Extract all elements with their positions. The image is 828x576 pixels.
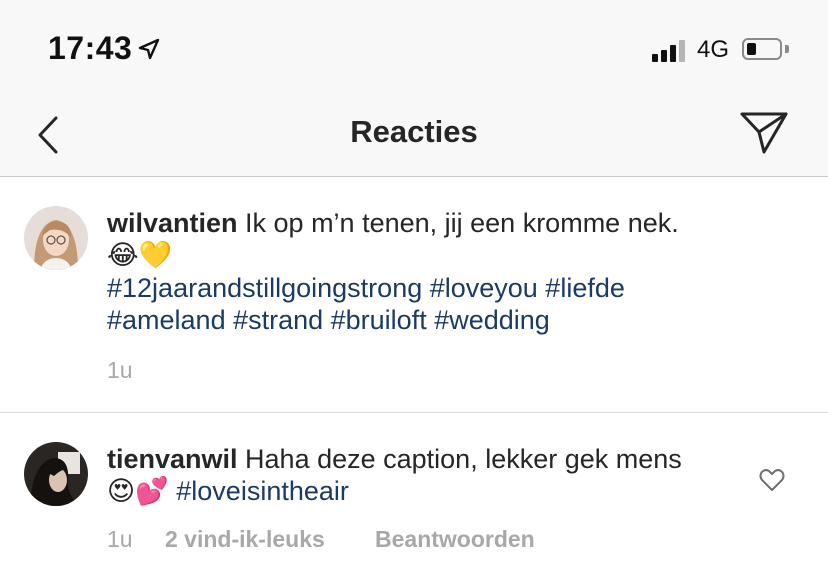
comment-username[interactable]: tienvanwil (107, 444, 238, 474)
avatar[interactable] (24, 442, 88, 506)
battery-cap (785, 45, 789, 53)
caption-emojis: 😂💛 (107, 240, 173, 271)
network-type: 4G (697, 36, 730, 63)
comment-emojis: 😍💕 (107, 476, 169, 507)
signal-icon (652, 40, 685, 62)
reply-button[interactable]: Beantwoorden (375, 526, 535, 553)
page-title: Reacties (350, 114, 478, 149)
paper-plane-icon (740, 112, 788, 154)
caption-hashtags-line1[interactable]: #12jaarandstillgoingstrong #loveyou #lie… (107, 273, 625, 303)
comment-time: 1u (107, 526, 133, 552)
divider (0, 412, 828, 413)
comment-body: Haha deze caption, lekker gek mens (237, 444, 682, 474)
caption-username[interactable]: wilvantien (107, 208, 238, 238)
nav-bar: Reacties (0, 100, 828, 177)
like-heart-icon[interactable] (758, 466, 786, 494)
caption-body: Ik op m’n tenen, jij een kromme nek. (237, 208, 679, 238)
battery-icon (742, 38, 782, 60)
caption-text: wilvantien Ik op m’n tenen, jij een krom… (107, 207, 679, 336)
location-arrow-icon (138, 38, 160, 60)
comment-text: tienvanwil Haha deze caption, lekker gek… (107, 443, 682, 508)
comment-likes[interactable]: 2 vind-ik-leuks (165, 526, 325, 553)
status-time: 17:43 (48, 30, 133, 66)
battery-level (747, 43, 756, 55)
caption-hashtags-line2[interactable]: #ameland #strand #bruiloft #wedding (107, 305, 550, 335)
comment-hashtag[interactable]: #loveisintheair (176, 476, 349, 506)
caption-time: 1u (107, 357, 133, 383)
status-bar: 17:43 4G (0, 0, 828, 100)
send-button[interactable] (738, 106, 790, 158)
avatar[interactable] (24, 206, 88, 270)
